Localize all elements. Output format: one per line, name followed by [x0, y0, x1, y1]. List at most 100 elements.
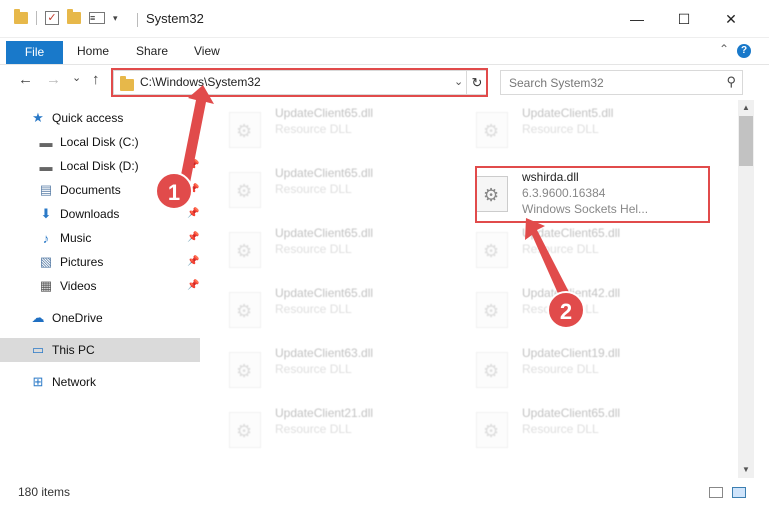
scroll-thumb[interactable] — [739, 116, 753, 166]
file-name: UpdateClient65.dll — [275, 226, 374, 240]
dll-file-icon — [229, 112, 261, 148]
navigation-bar: ← → ⌄ ↑ C:\Windows\System32 ⌄ ↻ Search S… — [0, 65, 769, 99]
drive-icon: ▬ — [39, 158, 53, 174]
file-description: Resource DLL — [522, 422, 599, 436]
close-button[interactable]: ✕ — [716, 8, 746, 30]
file-item[interactable]: UpdateClient65.dll Resource DLL — [450, 224, 670, 274]
collapse-ribbon-icon[interactable]: ⌃ — [719, 42, 729, 56]
file-item[interactable]: UpdateClient5.dll Resource DLL — [450, 104, 670, 154]
download-icon: ⬇ — [40, 206, 52, 221]
sidebar-item-this-pc[interactable]: ▭ This PC — [0, 338, 200, 362]
dll-file-icon — [229, 412, 261, 448]
search-input[interactable]: Search System32 ⚲ — [500, 70, 743, 95]
step-marker-1: 1 — [155, 172, 193, 210]
quick-access-toolbar: ✓ ≡ ▾ — [14, 9, 118, 25]
step-marker-2: 2 — [547, 291, 585, 329]
file-item[interactable]: UpdateClient65.dll Resource DLL — [450, 404, 670, 454]
properties-check-icon[interactable]: ✓ — [45, 11, 59, 25]
sidebar-item-label: Downloads — [60, 207, 120, 221]
dll-file-icon — [476, 232, 508, 268]
sidebar-item-label: Quick access — [52, 111, 124, 125]
cloud-icon: ☁ — [31, 310, 45, 325]
status-bar: 180 items — [0, 480, 769, 504]
file-name: UpdateClient63.dll — [275, 346, 374, 360]
documents-icon: ▤ — [39, 182, 53, 197]
tab-view[interactable]: View — [194, 44, 220, 58]
file-name: UpdateClient65.dll — [522, 406, 621, 420]
file-description: Resource DLL — [522, 122, 599, 136]
music-icon: ♪ — [42, 230, 50, 246]
view-options-icon[interactable]: ≡ — [89, 12, 105, 24]
file-name: UpdateClient19.dll — [522, 346, 621, 360]
pin-icon: 📌 — [187, 208, 200, 219]
file-description: Resource DLL — [522, 362, 599, 376]
separator — [36, 11, 37, 25]
recent-locations-button[interactable]: ⌄ — [72, 71, 81, 84]
pin-icon: 📌 — [187, 160, 200, 171]
pin-icon: 📌 — [187, 232, 200, 243]
file-item[interactable]: UpdateClient65.dll Resource DLL — [203, 224, 423, 274]
file-name: UpdateClient65.dll — [275, 286, 374, 300]
scroll-up-arrow-icon[interactable]: ▲ — [738, 100, 754, 116]
forward-button[interactable]: → — [46, 71, 61, 88]
folder-icon[interactable] — [14, 9, 28, 24]
dll-file-icon — [229, 172, 261, 208]
file-item[interactable]: UpdateClient65.dll Resource DLL — [203, 284, 423, 334]
file-item[interactable]: UpdateClient19.dll Resource DLL — [450, 344, 670, 394]
up-button[interactable]: ↑ — [92, 71, 100, 88]
dll-file-icon — [476, 112, 508, 148]
minimize-button[interactable]: — — [622, 8, 652, 30]
sidebar-item-label: Documents — [60, 183, 121, 197]
search-placeholder: Search System32 — [509, 76, 604, 90]
ribbon-tabs: File Home Share View ⌃ ? — [0, 38, 769, 65]
large-icons-view-icon[interactable] — [732, 487, 746, 498]
network-icon: ⊞ — [32, 374, 44, 389]
dll-file-icon — [229, 352, 261, 388]
file-name: UpdateClient65.dll — [275, 106, 374, 120]
sidebar-item-quick-access[interactable]: ★ Quick access — [30, 106, 230, 130]
title-bar: ✓ ≡ ▾ System32 — ☐ ✕ — [0, 0, 769, 38]
vertical-scrollbar[interactable]: ▲ ▼ — [738, 100, 754, 478]
file-highlight-box — [475, 166, 710, 223]
new-folder-icon[interactable] — [67, 9, 81, 24]
file-description: Resource DLL — [275, 242, 352, 256]
videos-icon: ▦ — [39, 278, 53, 293]
maximize-button[interactable]: ☐ — [669, 8, 699, 30]
star-icon: ★ — [32, 110, 44, 125]
sidebar-item-label: Videos — [60, 279, 97, 293]
sidebar-item-onedrive[interactable]: ☁ OneDrive — [30, 306, 230, 330]
file-item[interactable]: UpdateClient65.dll Resource DLL — [203, 104, 423, 154]
file-item[interactable]: UpdateClient63.dll Resource DLL — [203, 344, 423, 394]
sidebar-item-label: Local Disk (C:) — [60, 135, 139, 149]
file-description: Resource DLL — [522, 242, 599, 256]
customize-qat-icon[interactable]: ▾ — [113, 13, 118, 24]
tab-home[interactable]: Home — [77, 44, 109, 58]
tab-share[interactable]: Share — [136, 44, 168, 58]
pin-icon: 📌 — [187, 280, 200, 291]
file-name: UpdateClient65.dll — [275, 166, 374, 180]
file-item[interactable]: UpdateClient21.dll Resource DLL — [203, 404, 423, 454]
file-description: Resource DLL — [275, 302, 352, 316]
navigation-pane: ★ Quick access ▬ Local Disk (C:) 📌 ▬ Loc… — [0, 100, 203, 478]
tab-file[interactable]: File — [6, 41, 63, 64]
dll-file-icon — [476, 412, 508, 448]
file-item[interactable]: UpdateClient65.dll Resource DLL — [203, 164, 423, 214]
item-count: 180 items — [18, 485, 71, 499]
dll-file-icon — [476, 292, 508, 328]
sidebar-item-label: Pictures — [60, 255, 104, 269]
file-name: UpdateClient21.dll — [275, 406, 374, 420]
scroll-down-arrow-icon[interactable]: ▼ — [738, 462, 754, 478]
details-view-icon[interactable] — [709, 487, 723, 498]
pictures-icon: ▧ — [39, 254, 53, 269]
help-icon[interactable]: ? — [737, 44, 751, 58]
back-button[interactable]: ← — [18, 71, 33, 88]
search-icon[interactable]: ⚲ — [726, 74, 736, 90]
computer-icon: ▭ — [31, 342, 45, 357]
sidebar-item-label: OneDrive — [52, 311, 103, 325]
dll-file-icon — [229, 292, 261, 328]
title-separator — [137, 13, 138, 27]
sidebar-item-label: This PC — [52, 343, 95, 357]
pin-icon: 📌 — [187, 136, 200, 147]
sidebar-item-network[interactable]: ⊞ Network — [30, 370, 230, 394]
sidebar-item-label: Local Disk (D:) — [60, 159, 139, 173]
